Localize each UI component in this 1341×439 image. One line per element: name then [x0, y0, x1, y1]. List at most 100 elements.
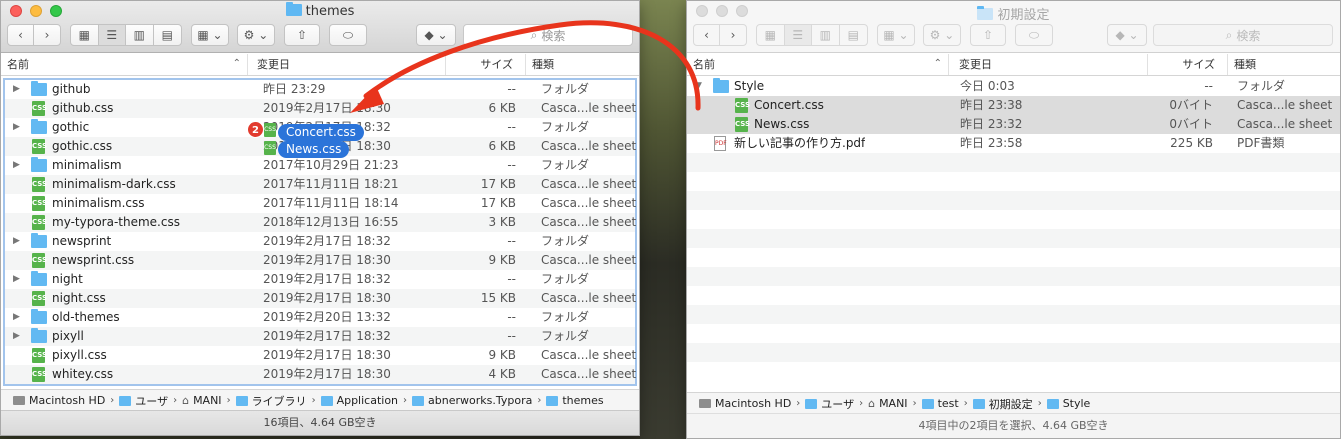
disclosure-triangle-icon[interactable]: ▶ [13, 308, 20, 327]
disclosure-triangle-icon[interactable]: ▶ [13, 270, 20, 289]
file-list: ▼ Style 今日 0:03 -- フォルダ CSS Concert.css 昨日 23:… [687, 77, 1340, 381]
file-name: News.css [754, 117, 810, 131]
css-file-icon: CSS [32, 101, 47, 116]
table-row[interactable]: CSS github.css 2019年2月17日 18:30 6 KB Casca..… [5, 99, 637, 118]
column-name-header[interactable]: 名前 [687, 53, 949, 75]
column-date-header[interactable]: 変更日 [251, 54, 446, 75]
file-kind: Casca...le sheet [541, 139, 637, 153]
path-item[interactable]: ユーザ [805, 396, 854, 412]
folder-icon [285, 2, 302, 16]
gallery-view-button[interactable]: ▤ [154, 25, 181, 45]
table-row[interactable]: CSS newsprint.css 2019年2月17日 18:30 9 KB Casc… [5, 251, 636, 270]
file-size: -- [507, 82, 516, 96]
table-row[interactable]: ▶ night 2019年2月17日 18:32 -- フォルダ [5, 270, 635, 289]
table-row[interactable]: PDF 新しい記事の作り方.pdf 昨日 23:58 225 KB PDF書類 [687, 134, 1340, 153]
path-item[interactable]: abnerworks.Typora [412, 394, 532, 407]
file-name: old-themes [52, 310, 120, 324]
column-view-button[interactable]: ▥ [812, 25, 840, 45]
path-item[interactable]: ⌂ MANI [182, 394, 221, 407]
forward-button[interactable]: › [720, 25, 746, 45]
list-view-button[interactable]: ☰ [784, 25, 812, 45]
disclosure-triangle-icon[interactable]: ▶ [13, 118, 20, 137]
table-row[interactable]: ▶ github 昨日 23:29 -- フォルダ [5, 80, 635, 99]
table-row[interactable]: ▶ newsprint 2019年2月17日 18:32 -- フォルダ [5, 232, 635, 251]
tags-button[interactable]: ⬭ [1015, 24, 1053, 46]
empty-row [687, 267, 1340, 286]
css-file-icon: CSS [32, 215, 47, 230]
table-row[interactable]: ▶ old-themes 2019年2月20日 13:32 -- フォルダ [5, 308, 635, 327]
empty-row [687, 248, 1340, 267]
action-gear-button[interactable]: ⚙ ⌄ [923, 24, 961, 46]
column-view-button[interactable]: ▥ [126, 25, 154, 45]
toolbar: ‹ › ▦ ☰ ▥ ▤ ▦ ⌄ ⚙ ⌄ ⇧ ⬭ ◆ ⌄ ⌕ 検索 [687, 24, 1340, 48]
disclosure-triangle-icon[interactable]: ▶ [13, 80, 20, 99]
dropbox-button[interactable]: ◆ ⌄ [416, 24, 456, 46]
icon-view-button[interactable]: ▦ [71, 25, 99, 45]
disclosure-triangle-icon[interactable]: ▶ [13, 156, 20, 175]
back-button[interactable]: ‹ [8, 25, 34, 45]
file-kind: Casca...le sheet [541, 101, 637, 115]
table-row[interactable]: ▶ pixyll 2019年2月17日 18:32 -- フォルダ [5, 327, 635, 346]
file-kind: Casca...le sheet [1237, 98, 1333, 112]
file-size: 0バイト [1169, 98, 1213, 112]
icon-view-button[interactable]: ▦ [757, 25, 785, 45]
table-row[interactable]: CSS minimalism-dark.css 2017年11月11日 18:21 1… [5, 175, 636, 194]
file-name: gothic.css [52, 139, 113, 153]
table-row[interactable]: CSS my-typora-theme.css 2018年12月13日 16:55 3… [5, 213, 636, 232]
table-row[interactable]: ▼ Style 今日 0:03 -- フォルダ [687, 77, 1340, 96]
path-item[interactable]: themes [546, 394, 604, 407]
table-row[interactable]: CSS News.css 昨日 23:32 0バイト Casca...le sheet [687, 115, 1340, 134]
back-button[interactable]: ‹ [694, 25, 720, 45]
file-size: 0バイト [1169, 117, 1213, 131]
file-date: 2019年2月17日 18:32 [263, 234, 391, 248]
path-item[interactable]: ユーザ [119, 393, 168, 409]
column-kind-header[interactable]: 種類 [526, 54, 639, 75]
path-item[interactable]: Macintosh HD [13, 394, 105, 407]
list-view-button[interactable]: ☰ [98, 25, 126, 45]
column-size-header[interactable]: サイズ [446, 54, 526, 75]
disclosure-triangle-icon[interactable]: ▶ [13, 232, 20, 251]
share-button[interactable]: ⇧ [970, 24, 1006, 46]
tags-button[interactable]: ⬭ [329, 24, 367, 46]
file-date: 昨日 23:58 [960, 136, 1023, 150]
path-item[interactable]: ⌂ MANI [868, 397, 907, 410]
table-row[interactable]: CSS night.css 2019年2月17日 18:30 15 KB Casca..… [5, 289, 636, 308]
file-date: 2017年10月29日 21:23 [263, 158, 399, 172]
share-button[interactable]: ⇧ [284, 24, 320, 46]
dropbox-button[interactable]: ◆ ⌄ [1107, 24, 1147, 46]
group-by-button[interactable]: ▦ ⌄ [191, 24, 229, 46]
table-row[interactable]: ▶ minimalism 2017年10月29日 21:23 -- フォルダ [5, 156, 635, 175]
empty-row [687, 229, 1340, 248]
table-row[interactable]: CSS minimalism.css 2017年11月11日 18:14 17 KB C… [5, 194, 636, 213]
search-placeholder: 検索 [541, 28, 566, 43]
column-size-header[interactable]: サイズ [1148, 54, 1228, 75]
search-input[interactable]: ⌕ 検索 [463, 24, 633, 46]
file-kind: Casca...le sheet [541, 348, 637, 362]
disclosure-triangle-open-icon[interactable]: ▼ [695, 77, 702, 96]
path-item[interactable]: ライブラリ [235, 393, 307, 409]
action-gear-button[interactable]: ⚙ ⌄ [237, 24, 275, 46]
path-item[interactable]: Application [320, 394, 398, 407]
column-date-header[interactable]: 変更日 [953, 54, 1148, 75]
path-label: abnerworks.Typora [428, 394, 533, 407]
path-item[interactable]: Macintosh HD [699, 397, 791, 410]
group-by-button[interactable]: ▦ ⌄ [877, 24, 915, 46]
table-row[interactable]: CSS pixyll.css 2019年2月17日 18:30 9 KB Casca..… [5, 346, 637, 365]
search-input[interactable]: ⌕ 検索 [1153, 24, 1333, 46]
path-bar: Macintosh HD › ユーザ › ⌂ MANI › test › 初期設定 › St… [687, 392, 1340, 414]
forward-button[interactable]: › [34, 25, 60, 45]
column-name-header[interactable]: 名前 [1, 53, 248, 75]
table-row[interactable]: CSS Concert.css 昨日 23:38 0バイト Casca...le she… [687, 96, 1340, 115]
path-item[interactable]: Style [1046, 397, 1090, 410]
gallery-view-button[interactable]: ▤ [840, 25, 867, 45]
file-date: 2017年11月11日 18:14 [263, 196, 399, 210]
disclosure-triangle-icon[interactable]: ▶ [13, 327, 20, 346]
path-label: ライブラリ [251, 394, 307, 408]
column-kind-header[interactable]: 種類 [1228, 54, 1340, 75]
folder-icon [31, 157, 47, 172]
table-row[interactable]: CSS whitey.css 2019年2月17日 18:30 4 KB Casca..… [5, 365, 636, 384]
file-size: 17 KB [480, 177, 516, 191]
path-item[interactable]: 初期設定 [972, 396, 1033, 412]
path-item[interactable]: test [921, 397, 959, 410]
folder-icon [31, 328, 47, 343]
